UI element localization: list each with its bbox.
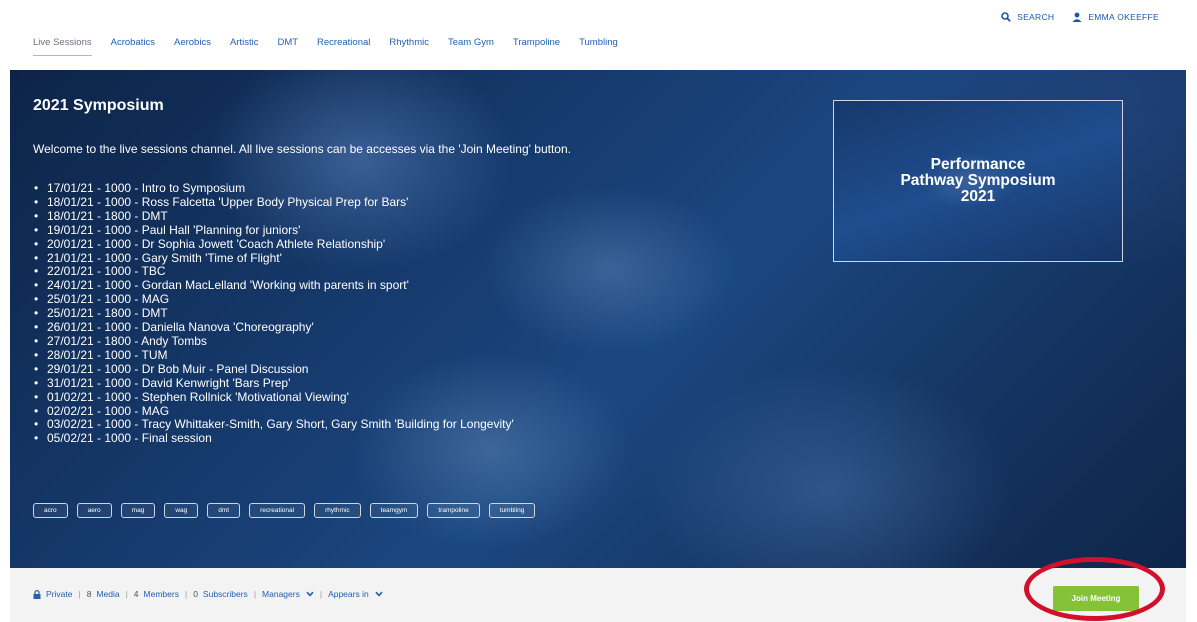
tag-mag[interactable]: mag (120, 503, 156, 518)
nav-tab-artistic[interactable]: Artistic (230, 37, 259, 56)
nav-tab-dmt[interactable]: DMT (277, 37, 298, 56)
lock-icon (33, 589, 41, 599)
session-item: 19/01/21 - 1000 - Paul Hall 'Planning fo… (34, 223, 514, 238)
join-meeting-button[interactable]: Join Meeting (1053, 586, 1139, 611)
poster-title: Performance Pathway Symposium 2021 (900, 156, 1056, 205)
category-nav: Live Sessions Acrobatics Aerobics Artistic D… (33, 37, 637, 56)
tag-tumbling[interactable]: tumbling (488, 503, 536, 518)
session-item: 25/01/21 - 1000 - MAG (34, 292, 514, 307)
nav-tab-tumbling[interactable]: Tumbling (579, 37, 618, 56)
separator: | (319, 589, 323, 599)
session-item: 18/01/21 - 1000 - Ross Falcetta 'Upper B… (34, 195, 514, 210)
tag-rhythmic[interactable]: rhythmic (314, 503, 361, 518)
subscribers-count: 0 (193, 589, 198, 599)
channel-meta: Private | 8 Media | 4 Members | 0 Subscr… (33, 589, 383, 599)
nav-tab-team-gym[interactable]: Team Gym (448, 37, 494, 56)
members-link[interactable]: Members (144, 589, 179, 599)
session-item: 31/01/21 - 1000 - David Kenwright 'Bars … (34, 376, 514, 391)
subscribers-link[interactable]: Subscribers (203, 589, 248, 599)
session-item: 24/01/21 - 1000 - Gordan MacLelland 'Wor… (34, 278, 514, 293)
channel-intro: Welcome to the live sessions channel. Al… (33, 142, 571, 156)
tag-wag[interactable]: wag (164, 503, 199, 518)
nav-tab-recreational[interactable]: Recreational (317, 37, 370, 56)
chevron-down-icon[interactable] (306, 591, 314, 597)
session-item: 21/01/21 - 1000 - Gary Smith 'Time of Fl… (34, 251, 514, 266)
tag-aero[interactable]: aero (76, 503, 112, 518)
user-name: EMMA OKEEFFE (1088, 12, 1159, 22)
media-count: 8 (86, 589, 92, 599)
session-item: 25/01/21 - 1800 - DMT (34, 306, 514, 321)
search-label: SEARCH (1017, 12, 1055, 22)
channel-hero: 2021 Symposium Welcome to the live sessi… (10, 70, 1186, 568)
session-item: 05/02/21 - 1000 - Final session (34, 431, 514, 446)
nav-tab-live-sessions[interactable]: Live Sessions (33, 37, 92, 56)
separator: | (78, 589, 81, 599)
channel-title: 2021 Symposium (33, 97, 164, 114)
session-item: 02/02/21 - 1000 - MAG (34, 404, 514, 419)
user-icon (1072, 12, 1082, 22)
session-item: 18/01/21 - 1800 - DMT (34, 209, 514, 224)
session-item: 22/01/21 - 1000 - TBC (34, 265, 514, 280)
session-item: 29/01/21 - 1000 - Dr Bob Muir - Panel Di… (34, 362, 514, 377)
privacy-label[interactable]: Private (46, 589, 72, 599)
session-item: 28/01/21 - 1000 - TUM (34, 348, 514, 363)
separator: | (253, 589, 257, 599)
tag-trampoline[interactable]: trampoline (427, 503, 480, 518)
members-count: 4 (133, 589, 139, 599)
search-icon (1001, 12, 1011, 22)
nav-tab-rhythmic[interactable]: Rhythmic (389, 37, 429, 56)
session-item: 03/02/21 - 1000 - Tracy Whittaker-Smith,… (34, 418, 514, 433)
session-item: 01/02/21 - 1000 - Stephen Rollnick 'Moti… (34, 390, 514, 405)
user-menu[interactable]: EMMA OKEEFFE (1072, 12, 1159, 22)
session-list: 17/01/21 - 1000 - Intro to Symposium18/0… (33, 181, 514, 446)
nav-tab-trampoline[interactable]: Trampoline (513, 37, 560, 56)
nav-tab-aerobics[interactable]: Aerobics (174, 37, 211, 56)
chevron-down-icon[interactable] (375, 591, 383, 597)
session-item: 26/01/21 - 1000 - Daniella Nanova 'Chore… (34, 320, 514, 335)
session-item: 20/01/21 - 1000 - Dr Sophia Jowett 'Coac… (34, 237, 514, 252)
separator: | (125, 589, 128, 599)
separator: | (184, 589, 188, 599)
tag-acro[interactable]: acro (33, 503, 68, 518)
symposium-poster: Performance Pathway Symposium 2021 (833, 100, 1123, 262)
search-link[interactable]: SEARCH (1001, 12, 1054, 22)
nav-tab-acrobatics[interactable]: Acrobatics (111, 37, 155, 56)
user-bar: SEARCH EMMA OKEEFFE (1001, 12, 1159, 22)
channel-footer: Private | 8 Media | 4 Members | 0 Subscr… (10, 568, 1186, 622)
tag-dmt[interactable]: dmt (207, 503, 241, 518)
tag-list: acro aero mag wag dmt recreational rhythmic tea… (33, 503, 633, 518)
session-item: 17/01/21 - 1000 - Intro to Symposium (34, 181, 514, 196)
session-item: 27/01/21 - 1800 - Andy Tombs (34, 334, 514, 349)
tag-recreational[interactable]: recreational (249, 503, 306, 518)
appears-in-dropdown[interactable]: Appears in (328, 589, 369, 599)
media-link[interactable]: Media (96, 589, 119, 599)
tag-teamgym[interactable]: teamgym (369, 503, 419, 518)
managers-dropdown[interactable]: Managers (262, 589, 300, 599)
